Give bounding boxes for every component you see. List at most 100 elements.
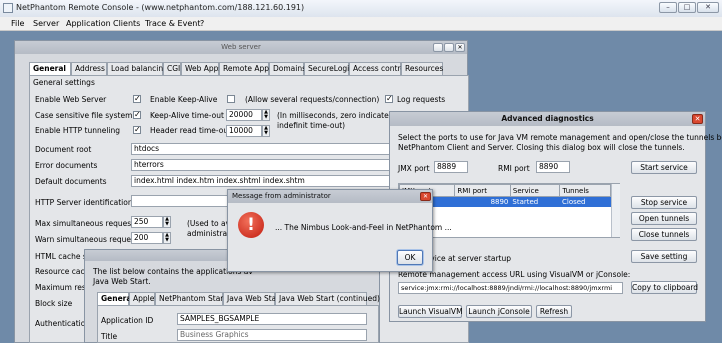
resource-cache-label: Resource cach [35,267,90,276]
keep-alive-timeout-label: Keep-Alive time-out [150,111,224,120]
minimize-button[interactable]: – [659,2,677,13]
enable-web-server-label: Enable Web Server [35,95,107,104]
rmi-port-label: RMI port [498,164,530,173]
message-dialog-title: Message from administrator [228,190,432,203]
http-server-id-label: HTTP Server identification [35,198,133,207]
block-size-label: Block size [35,299,73,308]
message-dialog: Message from administrator ✕ ! ... The N… [227,189,452,272]
tab-resources[interactable]: Resources [401,62,443,75]
message-text: ... The Nimbus Look-and-Feel in NetPhant… [275,223,452,232]
web-server-tabs: General Address Load balancing CGI Web A… [29,62,469,75]
keep-alive-timeout-spinner[interactable]: ▲ ▼ [262,109,270,121]
enable-web-server-checkbox[interactable]: ✓ [133,95,141,103]
ok-button[interactable]: OK [397,250,423,265]
diag-description-2: NetPhantom Client and Server. Closing th… [398,143,685,152]
iframe-close-button[interactable]: ✕ [455,43,465,52]
tab-remote-apps[interactable]: Remote Apps [219,62,273,75]
warn-simultaneous-field[interactable]: 200 [131,232,163,244]
cell-tunnels: Closed [559,196,611,207]
keep-alive-checkbox[interactable] [227,95,235,103]
title-field[interactable]: Business Graphics [177,329,367,341]
menu-trace-event[interactable]: Trace & Event [145,19,200,28]
menu-application[interactable]: Application [66,19,111,28]
header-read-timeout-label: Header read time-out [150,126,232,135]
keep-alive-timeout-field[interactable]: 20000 [226,109,262,121]
diag-description-1: Select the ports to use for Java VM remo… [398,133,722,142]
application-id-field[interactable]: SAMPLES_BGSAMPLE [177,313,367,325]
col-rmi-port: RMI port [454,184,511,197]
col-service: Service [509,184,561,197]
tab-load-balancing[interactable]: Load balancing [107,62,168,75]
document-root-label: Document root [35,145,92,154]
copy-to-clipboard-button[interactable]: Copy to clipboard [631,281,698,294]
web-server-title: Web server [15,41,467,54]
tab-web-apps[interactable]: Web Apps [181,62,222,75]
tab-app-general[interactable]: General [97,292,134,305]
max-simultaneous-field[interactable]: 250 [131,216,163,228]
menu-file[interactable]: File [11,19,24,28]
cell-rmi: 8890 [454,196,511,207]
close-button[interactable]: ✕ [697,2,719,13]
app-icon [3,3,13,13]
rmi-port-field[interactable]: 8890 [536,161,570,173]
tab-general[interactable]: General [29,62,71,75]
log-requests-label: Log requests [397,95,446,104]
maximize-button[interactable]: □ [678,2,696,13]
close-tunnels-button[interactable]: Close tunnels [631,228,697,241]
iframe-max-button[interactable] [444,43,454,52]
max-simultaneous-spinner[interactable]: ▲ ▼ [163,216,171,228]
advanced-diagnostics-dialog: Advanced diagnostics ✕ Select the ports … [389,111,722,322]
default-documents-label: Default documents [35,177,107,186]
keep-alive-label: Enable Keep-Alive [150,95,218,104]
menu-server[interactable]: Server [33,19,59,28]
tab-access-control[interactable]: Access control [349,62,407,75]
tab-java-web-start[interactable]: Java Web Start [223,292,282,305]
tab-securelogin[interactable]: SecureLogin [304,62,354,75]
milliseconds-note: (In milliseconds, zero indicates [277,111,393,120]
allow-several-note: (Allow several requests/connection) [245,95,380,104]
save-setting-button[interactable]: Save setting [631,250,697,263]
menu-help[interactable]: ? [200,19,204,28]
table-scrollbar[interactable] [611,184,620,237]
tab-domains[interactable]: Domains [269,62,306,75]
launch-jconsole-button[interactable]: Launch jConsole [466,305,532,318]
tab-cgi[interactable]: CGI [163,62,181,75]
cell-service: Started [510,196,560,207]
header-read-timeout-field[interactable]: 10000 [226,125,262,137]
tab-applet[interactable]: Applet [129,292,157,305]
log-requests-checkbox[interactable]: ✓ [385,95,393,103]
management-url-field[interactable]: service:jmx:rmi://localhost:8889/jndi/rm… [398,282,623,294]
menu-clients[interactable]: Clients [113,19,140,28]
stop-service-button[interactable]: Stop service [631,196,697,209]
start-service-button[interactable]: Start service [631,161,697,174]
html-cache-label: HTML cache si [35,252,89,261]
title-label: Title [101,332,118,341]
case-sensitive-label: Case sensitive file system [35,111,133,120]
general-settings-group: General settings [33,78,95,87]
case-sensitive-checkbox[interactable]: ✓ [133,111,141,119]
application-id-label: Application ID [101,316,154,325]
message-close-button[interactable]: ✕ [420,192,431,201]
window-title: NetPhantom Remote Console - (www.netphan… [16,3,305,12]
advanced-diagnostics-title: Advanced diagnostics [390,112,705,126]
iframe-min-button[interactable] [433,43,443,52]
warn-simultaneous-spinner[interactable]: ▲ ▼ [163,232,171,244]
indefinit-note: indefinit time-out) [277,121,346,130]
error-icon: ! [238,212,264,238]
refresh-button[interactable]: Refresh [536,305,572,318]
applications-tabs: General Applet NetPhantom Starter Java W… [97,292,380,305]
applications-description-2: Java Web Start. [93,277,151,286]
open-tunnels-button[interactable]: Open tunnels [631,212,697,225]
launch-visualvm-button[interactable]: Launch VisualVM [398,305,463,318]
http-tunneling-checkbox[interactable]: ✓ [133,126,141,134]
diag-close-button[interactable]: ✕ [692,114,703,124]
menu-bar: File Server Application Clients Trace & … [0,17,722,31]
header-read-timeout-spinner[interactable]: ▲ ▼ [262,125,270,137]
http-tunneling-label: Enable HTTP tunneling [35,126,121,135]
jmx-port-field[interactable]: 8889 [434,161,468,173]
tab-java-web-start-continued[interactable]: Java Web Start (continued) [275,292,380,305]
max-simultaneous-label: Max simultaneous requests [35,219,138,228]
tab-netphantom-starter[interactable]: NetPhantom Starter [155,292,234,305]
main-title-bar: NetPhantom Remote Console - (www.netphan… [0,0,722,18]
tab-address[interactable]: Address [71,62,107,75]
